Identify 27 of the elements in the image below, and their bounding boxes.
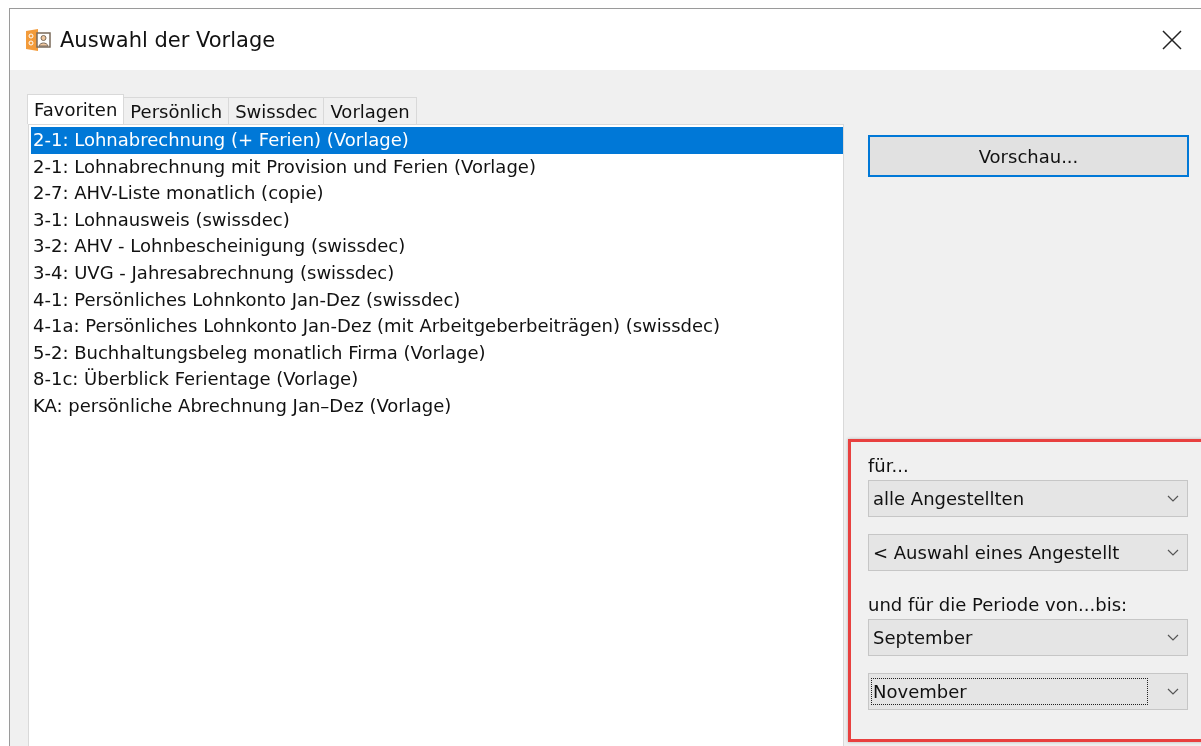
field-label: für... (868, 455, 910, 476)
dropdown[interactable]: alle Angestellten (868, 480, 1188, 517)
tab[interactable]: Vorlagen (323, 97, 417, 124)
list-item[interactable]: 4-1: Persönliches Lohnkonto Jan-Dez (swissdec) (31, 286, 843, 314)
list-item[interactable]: 8-1c: Überblick Ferientage (Vorlage) (31, 366, 843, 393)
list-item[interactable]: 4-1a: Persönliches Lohnkonto Jan-Dez (mit Arbeitgeberbeiträgen) (swissdec) (31, 313, 843, 340)
field-label: und für die Periode von...bis: (868, 594, 1129, 615)
chevron-down-icon (1167, 688, 1179, 695)
chevron-down-icon (1167, 549, 1179, 556)
dropdown[interactable]: < Auswahl eines Angestellt (868, 534, 1188, 571)
preview-button[interactable]: Vorschau... (868, 135, 1189, 177)
dropdown[interactable]: November (868, 673, 1188, 710)
close-icon[interactable] (1161, 28, 1183, 51)
chevron-down-icon (1167, 495, 1179, 502)
list-item[interactable]: 3-4: UVG - Jahresabrechnung (swissdec) (31, 259, 843, 287)
list-item[interactable]: 3-1: Lohnausweis (swissdec) (31, 206, 843, 234)
list-item[interactable]: 2-7: AHV-Liste monatlich (copie) (31, 180, 843, 207)
dropdown[interactable]: September (868, 619, 1188, 656)
list-item[interactable]: 2-1: Lohnabrechnung mit Provision und Ferien (Vorlage) (31, 153, 843, 181)
list-item[interactable]: 2-1: Lohnabrechnung (+ Ferien) (Vorlage) (31, 127, 843, 154)
app-icon (24, 27, 52, 52)
list-item[interactable]: KA: persönliche Abrechnung Jan–Dez (Vorlage) (31, 392, 843, 420)
chevron-down-icon (1167, 634, 1179, 641)
window-title: Auswahl der Vorlage (60, 27, 277, 52)
tab[interactable]: Favoriten (27, 94, 125, 124)
list-item[interactable]: 3-2: AHV - Lohnbescheinigung (swissdec) (31, 233, 843, 260)
list-item[interactable]: 5-2: Buchhaltungsbeleg monatlich Firma (Vorlage) (31, 339, 843, 367)
